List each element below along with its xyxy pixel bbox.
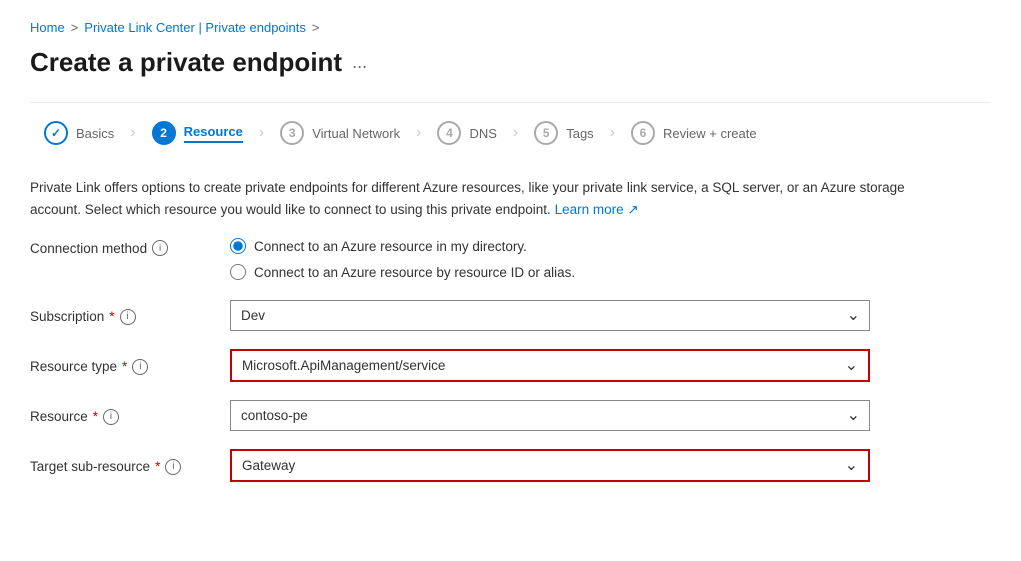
subscription-required: * — [109, 309, 114, 324]
step-sep-5: › — [610, 124, 615, 142]
subscription-dropdown-container: Dev — [230, 300, 870, 331]
subscription-label: Subscription * i — [30, 307, 210, 325]
step-virtual-network-label: Virtual Network — [312, 126, 400, 141]
external-link-icon: ↗ — [627, 202, 638, 217]
resource-type-dropdown-container: Microsoft.ApiManagement/service — [230, 349, 870, 382]
resource-row: Resource * i contoso-pe — [30, 400, 991, 431]
radio-resource-id-input[interactable] — [230, 264, 246, 280]
step-sep-1: › — [130, 124, 135, 142]
description-text: Private Link offers options to create pr… — [30, 180, 905, 217]
breadcrumb-home[interactable]: Home — [30, 20, 65, 35]
target-sub-resource-dropdown[interactable]: Gateway — [232, 451, 868, 480]
radio-resource-id[interactable]: Connect to an Azure resource by resource… — [230, 264, 575, 280]
target-sub-resource-required: * — [155, 459, 160, 474]
breadcrumb-sep2: > — [312, 20, 320, 35]
resource-type-dropdown[interactable]: Microsoft.ApiManagement/service — [232, 351, 868, 380]
step-resource[interactable]: 2 Resource — [138, 113, 257, 153]
target-sub-resource-label: Target sub-resource * i — [30, 457, 210, 475]
resource-type-row: Resource type * i Microsoft.ApiManagemen… — [30, 349, 991, 382]
step-sep-4: › — [513, 124, 518, 142]
radio-resource-id-label: Connect to an Azure resource by resource… — [254, 265, 575, 280]
page-title-container: Create a private endpoint ... — [30, 47, 991, 78]
connection-method-label: Connection method i — [30, 238, 190, 256]
step-resource-label: Resource — [184, 124, 243, 143]
learn-more-link[interactable]: Learn more ↗ — [555, 202, 639, 217]
resource-dropdown-wrapper: contoso-pe — [230, 400, 870, 431]
step-virtual-network[interactable]: 3 Virtual Network — [266, 113, 414, 153]
resource-dropdown[interactable]: contoso-pe — [230, 400, 870, 431]
step-virtual-network-circle: 3 — [280, 121, 304, 145]
step-tags-circle: 5 — [534, 121, 558, 145]
connection-method-row: Connection method i Connect to an Azure … — [30, 238, 991, 280]
resource-type-info-icon[interactable]: i — [132, 359, 148, 375]
step-resource-circle: 2 — [152, 121, 176, 145]
connection-method-options: Connect to an Azure resource in my direc… — [230, 238, 575, 280]
connection-method-info-icon[interactable]: i — [152, 240, 168, 256]
page-title: Create a private endpoint — [30, 47, 342, 78]
resource-type-required: * — [122, 359, 127, 374]
resource-type-dropdown-wrapper: Microsoft.ApiManagement/service — [230, 349, 870, 382]
step-review-create-circle: 6 — [631, 121, 655, 145]
description-block: Private Link offers options to create pr… — [30, 177, 930, 220]
step-basics-label: Basics — [76, 126, 114, 141]
subscription-dropdown-wrapper: Dev — [230, 300, 870, 331]
form-section: Subscription * i Dev Resource type * i M… — [30, 300, 991, 482]
title-divider — [30, 102, 991, 103]
radio-directory-input[interactable] — [230, 238, 246, 254]
breadcrumb-sep1: > — [71, 20, 79, 35]
radio-directory-label: Connect to an Azure resource in my direc… — [254, 239, 527, 254]
step-tags-label: Tags — [566, 126, 593, 141]
resource-label: Resource * i — [30, 407, 210, 425]
wizard-steps: ✓ Basics › 2 Resource › 3 Virtual Networ… — [30, 113, 991, 153]
subscription-info-icon[interactable]: i — [120, 309, 136, 325]
target-sub-resource-dropdown-container: Gateway — [230, 449, 870, 482]
subscription-row: Subscription * i Dev — [30, 300, 991, 331]
target-sub-resource-dropdown-wrapper: Gateway — [230, 449, 870, 482]
step-dns-circle: 4 — [437, 121, 461, 145]
step-dns[interactable]: 4 DNS — [423, 113, 510, 153]
resource-dropdown-container: contoso-pe — [230, 400, 870, 431]
breadcrumb-section[interactable]: Private Link Center | Private endpoints — [84, 20, 306, 35]
step-basics[interactable]: ✓ Basics — [30, 113, 128, 153]
step-dns-label: DNS — [469, 126, 496, 141]
step-tags[interactable]: 5 Tags — [520, 113, 607, 153]
step-review-create-label: Review + create — [663, 126, 757, 141]
resource-required: * — [93, 409, 98, 424]
step-review-create[interactable]: 6 Review + create — [617, 113, 771, 153]
step-basics-circle: ✓ — [44, 121, 68, 145]
page-title-ellipsis[interactable]: ... — [352, 52, 367, 73]
target-sub-resource-info-icon[interactable]: i — [165, 459, 181, 475]
resource-type-label: Resource type * i — [30, 357, 210, 375]
breadcrumb: Home > Private Link Center | Private end… — [30, 20, 991, 35]
radio-directory[interactable]: Connect to an Azure resource in my direc… — [230, 238, 575, 254]
step-sep-3: › — [416, 124, 421, 142]
resource-info-icon[interactable]: i — [103, 409, 119, 425]
target-sub-resource-row: Target sub-resource * i Gateway — [30, 449, 991, 482]
step-sep-2: › — [259, 124, 264, 142]
subscription-dropdown[interactable]: Dev — [230, 300, 870, 331]
